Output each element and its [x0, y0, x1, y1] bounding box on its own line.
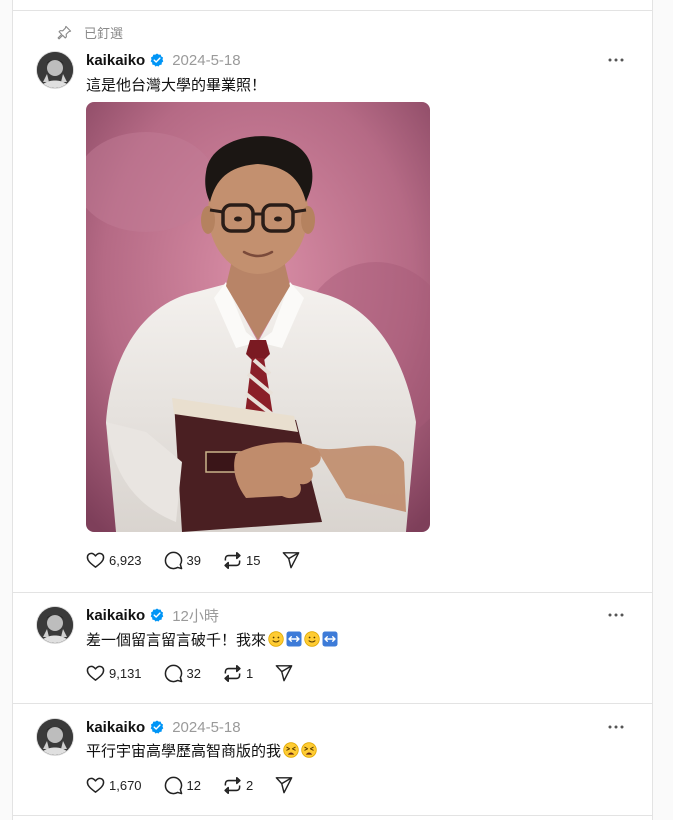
left-right-arrow-emoji	[286, 631, 302, 647]
like-count: 6,923	[109, 552, 142, 568]
repost-button[interactable]: 1	[223, 664, 253, 683]
reply-button[interactable]: 32	[164, 664, 201, 683]
feed-column: 已釘選 kaikaiko 2024-5-18 這是他台灣大學的畢業照！ 6,92…	[12, 0, 653, 820]
post-divider	[13, 703, 652, 704]
more-icon	[608, 58, 624, 62]
repost-icon	[224, 551, 241, 569]
share-button[interactable]	[275, 776, 293, 794]
pinned-label: 已釘選	[84, 25, 124, 41]
like-button[interactable]: 9,131	[86, 664, 142, 683]
post-text-content: 差一個留言留言破千！我來	[86, 631, 267, 649]
post-actions: 1,670 12 2	[86, 773, 315, 797]
slightly-smiling-face-emoji	[268, 631, 284, 647]
timestamp[interactable]: 12小時	[172, 605, 219, 626]
username[interactable]: kaikaiko	[86, 607, 145, 624]
like-count: 9,131	[109, 665, 142, 681]
post-image[interactable]	[86, 102, 430, 532]
left-right-arrow-emoji	[322, 631, 338, 647]
post-header: kaikaiko 12小時	[86, 604, 219, 626]
avatar-image	[37, 607, 73, 643]
heart-icon	[86, 777, 105, 793]
tired-face-emoji	[283, 742, 299, 758]
like-button[interactable]: 1,670	[86, 776, 142, 795]
username[interactable]: kaikaiko	[86, 52, 145, 69]
reply-button[interactable]: 12	[164, 776, 201, 795]
verified-badge-icon	[150, 53, 164, 67]
post-header: kaikaiko 2024-5-18	[86, 49, 241, 71]
share-button[interactable]	[282, 551, 300, 569]
top-divider	[13, 10, 652, 11]
repost-icon	[224, 776, 241, 794]
reply-button[interactable]: 39	[164, 551, 201, 570]
send-icon	[275, 777, 293, 794]
comment-icon	[164, 776, 182, 794]
post-divider	[13, 592, 652, 593]
more-options-button[interactable]	[606, 717, 626, 737]
reply-count: 39	[186, 552, 202, 568]
comment-icon	[164, 551, 182, 569]
username[interactable]: kaikaiko	[86, 719, 145, 736]
more-icon	[608, 613, 624, 617]
verified-badge-icon	[150, 720, 164, 734]
repost-count: 1	[246, 665, 254, 681]
avatar-image	[37, 52, 73, 88]
more-icon	[608, 725, 624, 729]
reply-count: 32	[186, 665, 202, 681]
avatar[interactable]	[37, 52, 73, 88]
repost-count: 2	[246, 777, 254, 793]
reply-count: 12	[186, 777, 202, 793]
post-text: 平行宇宙高學歷高智商版的我	[86, 740, 317, 760]
avatar-image	[37, 719, 73, 755]
slightly-smiling-face-emoji	[304, 631, 320, 647]
pinned-indicator: 已釘選	[57, 22, 123, 42]
post-text: 這是他台灣大學的畢業照！	[86, 74, 266, 94]
post-text: 差一個留言留言破千！我來	[86, 629, 338, 649]
post-text-content: 這是他台灣大學的畢業照！	[86, 76, 267, 94]
repost-count: 15	[246, 552, 261, 568]
heart-icon	[86, 665, 105, 681]
post-text-content: 平行宇宙高學歷高智商版的我	[86, 742, 282, 760]
more-options-button[interactable]	[606, 605, 626, 625]
post-actions: 9,131 32 1	[86, 661, 315, 685]
graduation-photo	[86, 102, 430, 532]
avatar[interactable]	[37, 607, 73, 643]
repost-icon	[224, 664, 241, 682]
post-actions: 6,923 39 15	[86, 548, 322, 572]
send-icon	[275, 665, 293, 682]
post-divider	[13, 815, 652, 816]
like-count: 1,670	[109, 777, 142, 793]
repost-button[interactable]: 2	[223, 776, 253, 795]
send-icon	[283, 552, 300, 569]
verified-badge-icon	[150, 608, 164, 622]
more-options-button[interactable]	[606, 50, 626, 70]
timestamp[interactable]: 2024-5-18	[172, 719, 240, 736]
heart-icon	[86, 552, 105, 568]
timestamp[interactable]: 2024-5-18	[172, 52, 240, 69]
like-button[interactable]: 6,923	[86, 551, 142, 570]
tired-face-emoji	[301, 742, 317, 758]
pin-icon	[57, 25, 72, 39]
post-header: kaikaiko 2024-5-18	[86, 716, 241, 738]
comment-icon	[164, 664, 182, 682]
repost-button[interactable]: 15	[223, 551, 260, 570]
avatar[interactable]	[37, 719, 73, 755]
share-button[interactable]	[275, 664, 293, 682]
